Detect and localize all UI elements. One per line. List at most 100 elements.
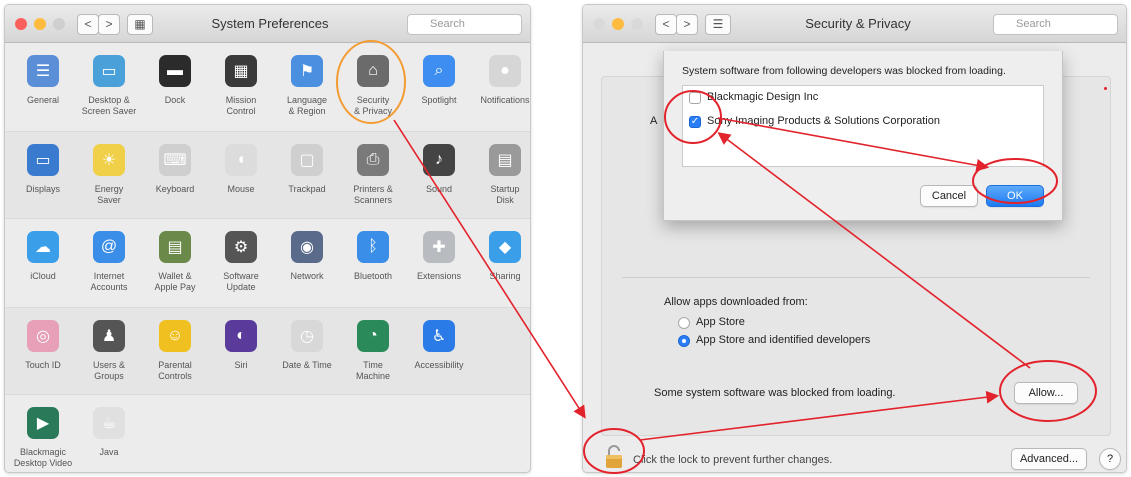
- pane-energy-saver[interactable]: ☀ Energy Saver: [76, 132, 142, 227]
- forward-button[interactable]: >: [676, 14, 698, 35]
- pane-dock[interactable]: ▬ Dock: [142, 43, 208, 138]
- back-button[interactable]: <: [77, 14, 99, 35]
- zoom-window-button[interactable]: [631, 18, 643, 30]
- app-store-radio-label: App Store: [696, 316, 745, 328]
- pane-users[interactable]: ♟ Users & Groups: [76, 308, 142, 403]
- mouse-icon: ◖: [225, 144, 257, 176]
- pane-software-update[interactable]: ⚙ Software Update: [208, 219, 274, 314]
- pane-row: ▭ Displays ☀ Energy Saver ⌨ Keyboard ◖ Mouse ▢ Tr…: [5, 131, 530, 219]
- back-button[interactable]: <: [655, 14, 677, 35]
- pane-label: Bluetooth: [353, 271, 393, 281]
- pane-security[interactable]: ⌂ Security & Privacy: [340, 43, 406, 138]
- wallet-icon: ▤: [159, 231, 191, 263]
- blocked-software-text: Some system software was blocked from lo…: [654, 387, 896, 399]
- show-all-button[interactable]: ☰: [705, 14, 731, 35]
- pane-startup-disk[interactable]: ▤ Startup Disk: [472, 132, 530, 227]
- developer-checkbox-blackmagic[interactable]: [689, 92, 701, 104]
- pane-label: Keyboard: [155, 184, 195, 194]
- bluetooth-icon: ᛒ: [357, 231, 389, 263]
- security-privacy-window: < > ☰ Security & Privacy ⌕ Search A Allo…: [582, 4, 1127, 473]
- general-icon: ☰: [27, 55, 59, 87]
- pane-parental-controls[interactable]: ☺ Parental Controls: [142, 308, 208, 403]
- pane-label: Date & Time: [282, 360, 332, 370]
- window-title: Security & Privacy: [805, 16, 911, 31]
- startup-disk-icon: ▤: [489, 144, 521, 176]
- panel-partial-text: A: [650, 115, 658, 127]
- pane-label: Startup Disk: [490, 184, 520, 205]
- advanced-button[interactable]: Advanced...: [1011, 448, 1087, 470]
- pane-java[interactable]: ☕ Java: [76, 395, 142, 472]
- identified-developers-radio[interactable]: [678, 335, 690, 347]
- identified-developers-radio-label: App Store and identified developers: [696, 334, 871, 346]
- developer-name-blackmagic: Blackmagic Design Inc: [707, 91, 819, 103]
- touch-id-icon: ◎: [27, 320, 59, 352]
- close-window-button[interactable]: [15, 18, 27, 30]
- java-icon: ☕: [93, 407, 125, 439]
- pane-keyboard[interactable]: ⌨ Keyboard: [142, 132, 208, 227]
- pane-desktop[interactable]: ▭ Desktop & Screen Saver: [76, 43, 142, 138]
- traffic-lights: [15, 18, 65, 30]
- pane-sharing[interactable]: ◆ Sharing: [472, 219, 530, 314]
- pane-label: Time Machine: [355, 360, 391, 381]
- forward-button[interactable]: >: [98, 14, 120, 35]
- pane-wallet[interactable]: ▤ Wallet & Apple Pay: [142, 219, 208, 314]
- pane-sound[interactable]: ♪ Sound: [406, 132, 472, 227]
- pane-label: Energy Saver: [94, 184, 124, 205]
- pane-bluetooth[interactable]: ᛒ Bluetooth: [340, 219, 406, 314]
- pane-printers[interactable]: ⎙ Printers & Scanners: [340, 132, 406, 227]
- pane-label: Siri: [234, 360, 248, 370]
- close-window-button[interactable]: [593, 18, 605, 30]
- date-time-icon: ◷: [291, 320, 323, 352]
- pane-displays[interactable]: ▭ Displays: [10, 132, 76, 227]
- zoom-window-button[interactable]: [53, 18, 65, 30]
- allow-apps-label: Allow apps downloaded from:: [664, 296, 808, 308]
- pane-spotlight[interactable]: ⌕ Spotlight: [406, 43, 472, 138]
- pane-time-machine[interactable]: ◔ Time Machine: [340, 308, 406, 403]
- pane-notifications[interactable]: ● Notifications: [472, 43, 530, 138]
- pane-general[interactable]: ☰ General: [10, 43, 76, 138]
- lock-icon[interactable]: [605, 445, 623, 469]
- spotlight-icon: ⌕: [423, 55, 455, 87]
- pane-mission-control[interactable]: ▦ Mission Control: [208, 43, 274, 138]
- ok-button[interactable]: OK: [986, 185, 1044, 207]
- pane-touch-id[interactable]: ◎ Touch ID: [10, 308, 76, 403]
- cancel-button[interactable]: Cancel: [920, 185, 978, 207]
- pane-network[interactable]: ◉ Network: [274, 219, 340, 314]
- allow-button[interactable]: Allow...: [1014, 382, 1078, 404]
- parental-controls-icon: ☺: [159, 320, 191, 352]
- displays-icon: ▭: [27, 144, 59, 176]
- developer-checkbox-sony[interactable]: ✓: [689, 116, 701, 128]
- printers-icon: ⎙: [357, 144, 389, 176]
- pane-label: Dock: [164, 95, 186, 105]
- pane-label: Sound: [425, 184, 453, 194]
- pane-label: Accessibility: [414, 360, 464, 370]
- pane-accessibility[interactable]: ♿ Accessibility: [406, 308, 472, 403]
- internet-accounts-icon: @: [93, 231, 125, 263]
- pane-internet-accounts[interactable]: @ Internet Accounts: [76, 219, 142, 314]
- show-all-button[interactable]: ▦: [127, 14, 153, 35]
- pane-label: Mouse: [227, 184, 255, 194]
- pane-language[interactable]: ⚑ Language & Region: [274, 43, 340, 138]
- search-input[interactable]: Search: [407, 14, 522, 35]
- pane-trackpad[interactable]: ▢ Trackpad: [274, 132, 340, 227]
- pane-extensions[interactable]: ✚ Extensions: [406, 219, 472, 314]
- app-store-radio[interactable]: [678, 317, 690, 329]
- help-button[interactable]: ?: [1099, 448, 1121, 470]
- pane-label: Displays: [25, 184, 60, 194]
- search-input[interactable]: Search: [993, 14, 1118, 35]
- pane-siri[interactable]: ◐ Siri: [208, 308, 274, 403]
- pane-blackmagic[interactable]: ▶ Blackmagic Desktop Video: [10, 395, 76, 472]
- keyboard-icon: ⌨: [159, 144, 191, 176]
- pane-date-time[interactable]: ◷ Date & Time: [274, 308, 340, 403]
- minimize-window-button[interactable]: [34, 18, 46, 30]
- mission-control-icon: ▦: [225, 55, 257, 87]
- notifications-icon: ●: [489, 55, 521, 87]
- pane-icloud[interactable]: ☁ iCloud: [10, 219, 76, 314]
- pane-label: Security & Privacy: [353, 95, 392, 116]
- pane-mouse[interactable]: ◖ Mouse: [208, 132, 274, 227]
- pane-label: Touch ID: [25, 360, 61, 370]
- security-content: A Allow apps downloaded from: App Store …: [583, 43, 1126, 472]
- developer-name-sony: Sony Imaging Products & Solutions Corpor…: [707, 115, 940, 127]
- minimize-window-button[interactable]: [612, 18, 624, 30]
- users-icon: ♟: [93, 320, 125, 352]
